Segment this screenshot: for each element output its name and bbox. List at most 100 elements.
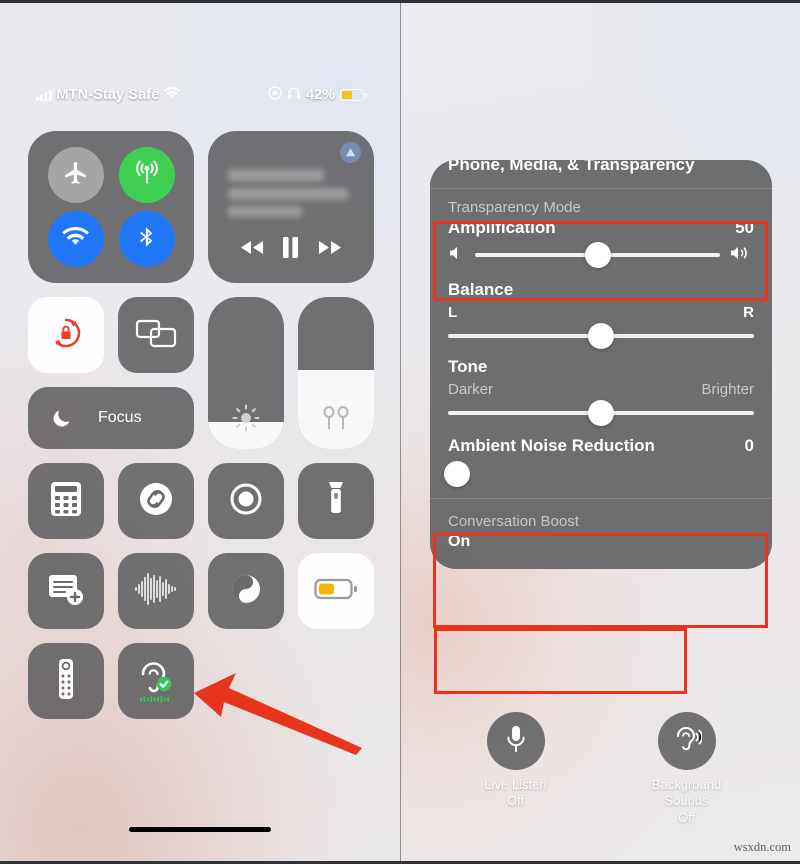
cellular-bars-icon [36, 89, 52, 101]
focus-button[interactable]: Focus [28, 387, 194, 449]
screen-record-tile[interactable] [208, 463, 284, 539]
flashlight-tile[interactable] [298, 463, 374, 539]
dark-mode-icon [226, 569, 266, 614]
tone-knob[interactable] [588, 400, 614, 426]
background-sounds-status: Off [677, 809, 696, 825]
annotation-arrow [180, 655, 380, 765]
balance-knob[interactable] [588, 323, 614, 349]
balance-header: Balance [430, 272, 772, 300]
connectivity-tile[interactable] [28, 131, 194, 283]
wifi-icon [62, 226, 89, 252]
cellular-antenna-icon [133, 159, 161, 192]
control-center-grid: Focus [28, 131, 374, 733]
anr-label: Ambient Noise Reduction [448, 436, 655, 455]
ear-hearing-icon [672, 723, 703, 760]
remote-icon [55, 658, 77, 705]
apple-tv-remote-tile[interactable] [28, 643, 104, 719]
bluetooth-button[interactable] [118, 211, 175, 267]
calculator-tile[interactable] [28, 463, 104, 539]
media-controls [208, 237, 374, 263]
screen-record-icon [268, 85, 282, 105]
brightness-icon [208, 403, 284, 433]
conversation-boost-row[interactable]: Conversation Boost On [430, 499, 772, 569]
battery-low-power-icon [340, 89, 367, 101]
conversation-boost-label: Conversation Boost [448, 513, 579, 530]
screen-mirroring-button[interactable] [118, 297, 194, 373]
tone-label: Tone [448, 357, 488, 376]
brightness-slider[interactable] [208, 297, 284, 449]
airplay-icon[interactable] [340, 142, 361, 163]
rotation-lock-icon [46, 313, 86, 358]
screen-record-icon [226, 479, 266, 524]
background-sounds-circle[interactable] [657, 712, 716, 770]
anr-slider[interactable] [430, 456, 772, 492]
cc-row-2: Focus [28, 297, 374, 449]
left-panel-control-center: MTN-Stay Safe 42% Focus [0, 0, 400, 864]
cc-row-1 [28, 131, 374, 283]
wifi-icon [164, 86, 181, 104]
fast-forward-icon[interactable] [317, 239, 343, 261]
top-edge-border [0, 0, 800, 3]
anr-track[interactable] [444, 461, 754, 487]
ear-hearing-icon [133, 654, 179, 709]
low-power-mode-tile[interactable] [298, 553, 374, 629]
tone-left-label: Darker [448, 381, 494, 398]
airplane-mode-button[interactable] [47, 147, 104, 203]
waveform-icon [134, 572, 178, 611]
calculator-icon [49, 480, 83, 523]
cellular-data-button[interactable] [118, 147, 175, 203]
background-sounds-label: Background Sounds [651, 777, 722, 809]
hearing-settings-card: Phone, Media, & Transparency Transparenc… [430, 160, 772, 569]
live-listen-status: Off [506, 793, 525, 809]
panel-divider [400, 0, 401, 864]
balance-slider[interactable] [430, 321, 772, 351]
background-sounds-button[interactable]: Background Sounds Off [601, 712, 772, 825]
balance-track[interactable] [448, 323, 754, 349]
anr-knob[interactable] [444, 461, 471, 487]
dark-mode-tile[interactable] [208, 553, 284, 629]
volume-low-icon [448, 245, 465, 266]
voice-memos-tile[interactable] [118, 553, 194, 629]
battery-icon [314, 577, 358, 606]
airpods-icon [298, 405, 374, 433]
battery-percent-label: 42% [305, 87, 335, 103]
amplification-track[interactable] [475, 242, 720, 268]
transparency-mode-label: Transparency Mode [448, 199, 581, 216]
pause-icon[interactable] [282, 237, 299, 263]
tone-section: Tone Darker Brighter [430, 351, 772, 428]
amplification-slider[interactable] [430, 238, 772, 272]
headphones-icon [287, 86, 301, 105]
tone-track[interactable] [448, 400, 754, 426]
tone-endpoints: Darker Brighter [430, 377, 772, 398]
tone-slider[interactable] [430, 398, 772, 428]
focus-label: Focus [98, 409, 142, 426]
volume-slider[interactable] [298, 297, 374, 449]
live-listen-circle[interactable] [486, 712, 545, 770]
now-playing-tile[interactable] [208, 131, 374, 283]
volume-high-icon [730, 245, 754, 266]
live-listen-button[interactable]: Live Listen Off [430, 712, 601, 825]
amplification-header: Amplification 50 [430, 218, 772, 238]
balance-left-label: L [448, 304, 458, 321]
hearing-bottom-buttons: Live Listen Off Background Sounds Off [430, 712, 772, 825]
rotation-lock-button[interactable] [28, 297, 104, 373]
live-listen-label: Live Listen [484, 777, 547, 792]
amplification-value: 50 [735, 218, 754, 237]
microphone-icon [503, 724, 529, 759]
balance-endpoints: L R [430, 300, 772, 321]
shazam-icon [136, 479, 176, 524]
bluetooth-icon [134, 224, 160, 255]
rewind-icon[interactable] [239, 239, 265, 261]
cc-row-4 [28, 553, 374, 629]
quick-note-tile[interactable] [28, 553, 104, 629]
amplification-section: Amplification 50 [430, 218, 772, 272]
amplification-knob[interactable] [584, 242, 611, 268]
wifi-button[interactable] [47, 211, 104, 267]
home-indicator [129, 827, 271, 832]
shazam-tile[interactable] [118, 463, 194, 539]
status-bar: MTN-Stay Safe 42% [0, 80, 400, 110]
screenshot-stage: MTN-Stay Safe 42% Focus Phone, Media, & … [0, 0, 800, 864]
balance-right-label: R [743, 304, 754, 321]
now-playing-title-blurred [228, 169, 354, 217]
tone-header: Tone [430, 351, 772, 377]
